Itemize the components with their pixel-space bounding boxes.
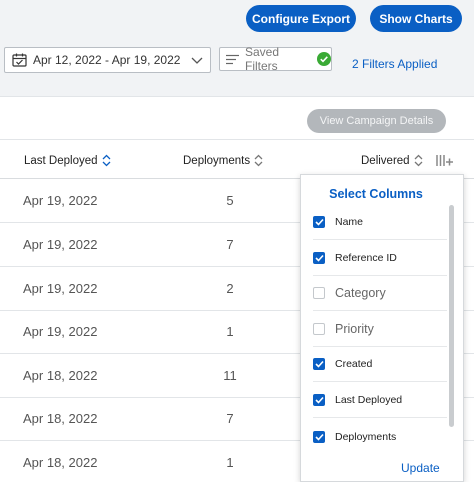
column-option-label: Name <box>335 216 364 228</box>
column-option-name[interactable]: Name <box>313 205 447 240</box>
sort-icon <box>414 154 423 167</box>
saved-filters-button[interactable]: Saved Filters <box>219 45 332 73</box>
column-option-label: Created <box>335 358 373 370</box>
cell-deployments: 11 <box>223 368 237 383</box>
view-campaign-details-button[interactable]: View Campaign Details <box>307 109 446 133</box>
checkbox-checked[interactable] <box>313 358 325 370</box>
column-option-created[interactable]: Created <box>313 347 447 382</box>
column-option-label: Priority <box>335 322 374 336</box>
checkbox-checked[interactable] <box>313 394 325 406</box>
checkbox-checked[interactable] <box>313 430 325 443</box>
column-option-label: Deployments <box>335 430 397 443</box>
chevron-down-icon <box>190 53 204 70</box>
cell-deployments: 7 <box>226 237 234 252</box>
add-column-icon[interactable] <box>436 154 454 167</box>
cell-deployments: 7 <box>226 411 234 426</box>
cell-last-deployed: Apr 19, 2022 <box>23 324 98 339</box>
cell-last-deployed: Apr 18, 2022 <box>23 411 98 426</box>
column-header-last-deployed[interactable]: Last Deployed <box>24 154 111 167</box>
check-circle-icon <box>317 52 331 66</box>
update-button[interactable]: Update <box>401 461 440 475</box>
sort-icon <box>102 154 111 167</box>
checkbox-unchecked[interactable] <box>313 323 325 335</box>
filter-lines-icon <box>226 54 239 65</box>
popover-scrollbar[interactable] <box>449 205 454 427</box>
checkbox-checked[interactable] <box>313 216 325 228</box>
show-charts-button[interactable]: Show Charts <box>370 5 462 32</box>
column-header-label: Deployments <box>183 154 251 167</box>
cell-deployments: 2 <box>226 281 234 296</box>
select-columns-popover: Select Columns Name Reference ID Categor… <box>300 174 464 482</box>
cell-deployments: 1 <box>226 455 234 470</box>
calendar-icon <box>12 53 27 67</box>
saved-filters-label: Saved Filters <box>245 45 280 73</box>
cell-last-deployed: Apr 19, 2022 <box>23 281 98 296</box>
popover-title: Select Columns <box>329 187 423 201</box>
checkbox-checked[interactable] <box>313 252 325 264</box>
column-header-label: Delivered <box>361 154 410 167</box>
cell-deployments: 1 <box>226 324 234 339</box>
table-header: Last Deployed Deployments Delivered <box>0 139 474 179</box>
cell-last-deployed: Apr 18, 2022 <box>23 368 98 383</box>
date-range-value: Apr 12, 2022 - Apr 19, 2022 <box>33 53 181 67</box>
filters-applied-link[interactable]: 2 Filters Applied <box>352 57 437 71</box>
date-range-picker[interactable]: Apr 12, 2022 - Apr 19, 2022 <box>4 47 211 73</box>
column-option-priority[interactable]: Priority <box>313 312 447 347</box>
column-header-delivered[interactable]: Delivered <box>361 154 423 167</box>
cell-deployments: 5 <box>226 193 234 208</box>
configure-export-button[interactable]: Configure Export <box>246 5 356 32</box>
column-option-category[interactable]: Category <box>313 276 447 311</box>
column-option-last-deployed[interactable]: Last Deployed <box>313 383 447 418</box>
column-option-label: Category <box>335 286 386 300</box>
sort-icon <box>254 154 263 167</box>
checkbox-unchecked[interactable] <box>313 287 325 299</box>
column-option-label: Reference ID <box>335 252 397 264</box>
column-header-deployments[interactable]: Deployments <box>183 154 263 167</box>
cell-last-deployed: Apr 19, 2022 <box>23 237 98 252</box>
column-option-reference-id[interactable]: Reference ID <box>313 241 447 276</box>
column-header-label: Last Deployed <box>24 154 98 167</box>
cell-last-deployed: Apr 18, 2022 <box>23 455 98 470</box>
cell-last-deployed: Apr 19, 2022 <box>23 193 98 208</box>
column-option-deployments[interactable]: Deployments <box>313 419 447 454</box>
column-option-label: Last Deployed <box>335 394 403 406</box>
